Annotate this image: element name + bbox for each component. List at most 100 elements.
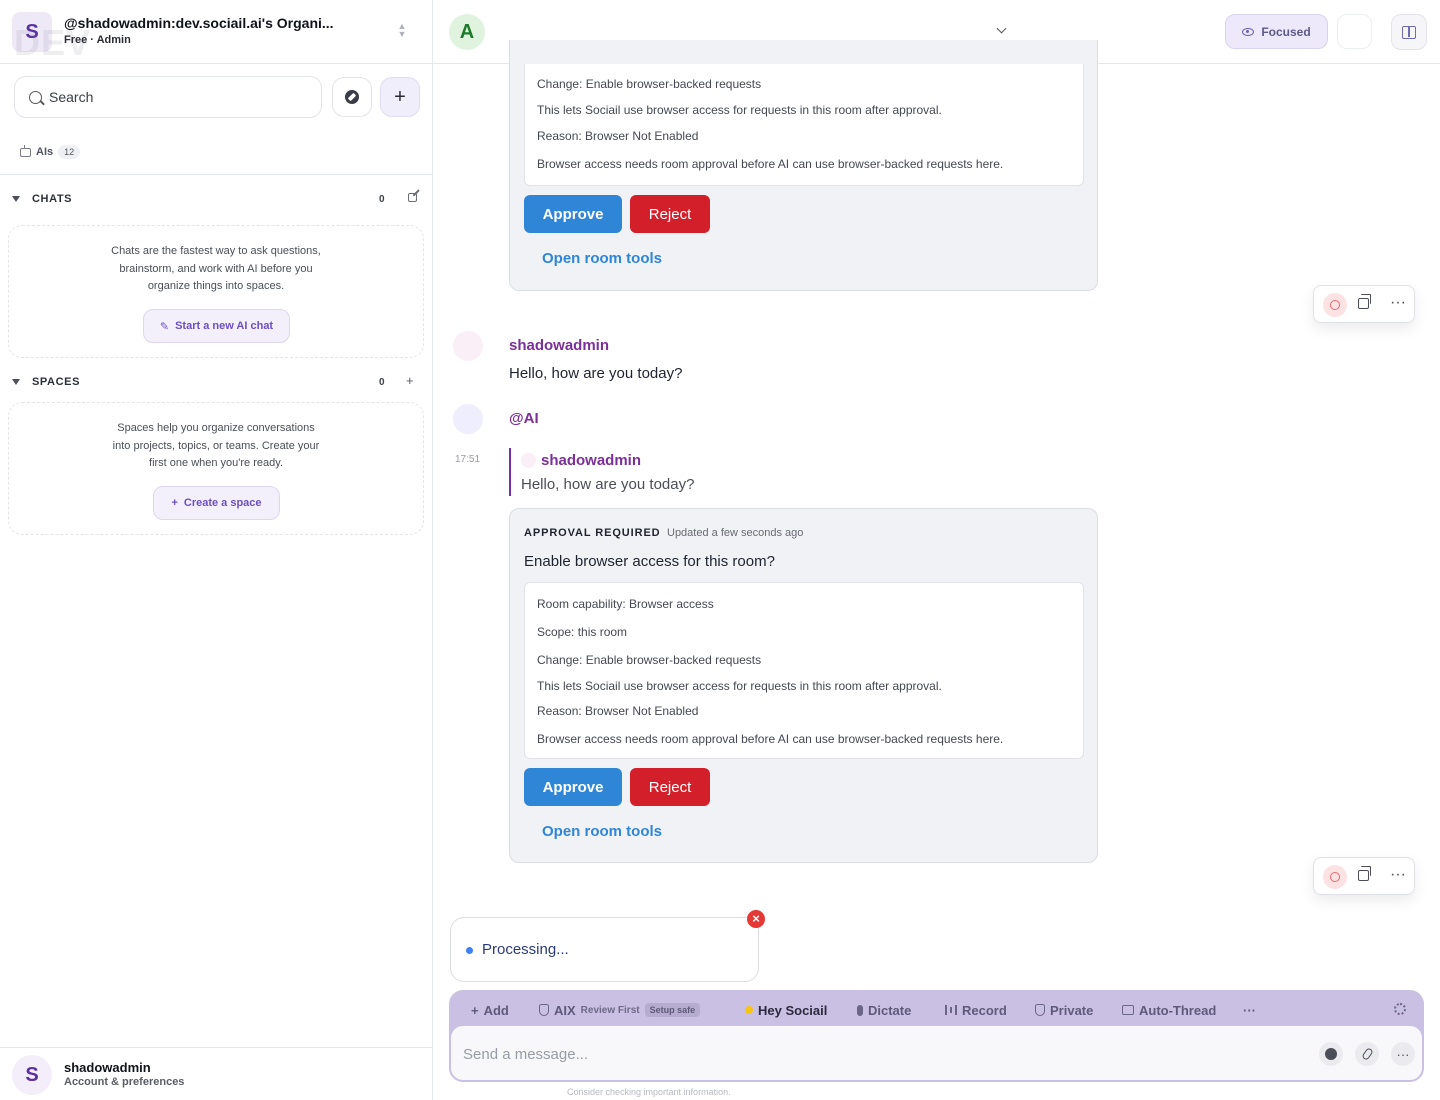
message-actions-toolbar: ···	[1313, 857, 1415, 895]
approval-updated: Updated a few seconds ago	[667, 527, 804, 539]
shield-icon	[539, 1004, 549, 1016]
quote-bar	[509, 448, 511, 496]
message-text: Hello, how are you today?	[509, 365, 683, 382]
avatar: S	[12, 1055, 52, 1095]
avatar[interactable]	[453, 331, 483, 361]
chevron-down-icon[interactable]	[996, 23, 1007, 34]
microphone-icon	[857, 1004, 863, 1016]
add-button[interactable]: + Add	[471, 1002, 509, 1018]
spaces-title: SPACES	[32, 376, 81, 388]
compose-icon[interactable]	[408, 193, 417, 202]
aix-label: AIX	[554, 1002, 576, 1018]
record-button[interactable]: Record	[945, 1002, 1007, 1018]
org-name: @shadowadmin:dev.sociail.ai's Organi...	[64, 15, 334, 31]
private-button[interactable]: Private	[1035, 1002, 1093, 1018]
compass-icon	[345, 90, 359, 104]
disclaimer-text: Consider checking important information.	[567, 1087, 731, 1097]
approval-card-previous: Change: Enable browser-backed requests T…	[509, 40, 1098, 291]
waveform-icon	[945, 1005, 957, 1015]
caret-down-icon[interactable]	[12, 379, 20, 385]
copy-icon[interactable]	[1358, 866, 1371, 881]
quoted-text: Hello, how are you today?	[521, 476, 695, 493]
chats-count: 0	[379, 194, 385, 205]
approve-button[interactable]: Approve	[524, 195, 622, 233]
avatar[interactable]	[453, 404, 483, 434]
org-switcher[interactable]: S DEV @shadowadmin:dev.sociail.ai's Orga…	[0, 0, 432, 64]
header-action-button[interactable]	[1337, 14, 1372, 49]
message-author[interactable]: shadowadmin	[509, 337, 609, 354]
approval-details: Change: Enable browser-backed requests T…	[524, 64, 1084, 186]
reject-button[interactable]: Reject	[630, 195, 710, 233]
auto-thread-button[interactable]: Auto-Thread	[1122, 1002, 1216, 1018]
approve-button[interactable]: Approve	[524, 768, 622, 806]
new-button[interactable]: +	[380, 77, 420, 117]
ais-filter[interactable]: AIs 12	[20, 144, 81, 160]
room-avatar[interactable]: A	[449, 14, 485, 50]
shield-icon	[1035, 1004, 1045, 1016]
detail-line: This lets Sociail use browser access for…	[537, 103, 942, 117]
detail-line: Change: Enable browser-backed requests	[537, 77, 762, 91]
sparkle-icon	[745, 1006, 753, 1014]
auto-thread-label: Auto-Thread	[1139, 1002, 1217, 1018]
plus-icon: +	[171, 497, 178, 509]
search-box[interactable]	[14, 76, 322, 118]
quoted-author: shadowadmin	[541, 452, 642, 469]
add-label: Add	[483, 1002, 509, 1018]
aix-mode-button[interactable]: AIX Review First Setup safe	[539, 1002, 701, 1018]
ais-label: AIs	[36, 146, 54, 158]
chevron-updown-icon[interactable]: ▲ ▼	[396, 22, 408, 42]
chats-empty-text: Chats are the fastest way to ask questio…	[111, 245, 321, 292]
edit-icon: ✎	[159, 320, 170, 333]
sidebar: S DEV @shadowadmin:dev.sociail.ai's Orga…	[0, 0, 433, 1100]
chats-title: CHATS	[32, 193, 73, 205]
plus-icon: +	[471, 1002, 479, 1018]
message-input[interactable]	[463, 1043, 1263, 1065]
toggle-panel-button[interactable]	[1391, 14, 1427, 50]
detail-line: Scope: this room	[537, 625, 628, 639]
hey-sociail-button[interactable]: Hey Sociail	[745, 1002, 827, 1018]
add-space-icon[interactable]: +	[406, 373, 414, 388]
search-input[interactable]	[49, 87, 309, 107]
processing-text: Processing...	[482, 941, 569, 958]
gear-icon[interactable]	[1394, 1003, 1406, 1015]
account-name: shadowadmin	[64, 1060, 151, 1075]
approval-card: APPROVAL REQUIRED Updated a few seconds …	[509, 508, 1098, 863]
open-room-tools-link[interactable]: Open room tools	[542, 250, 662, 267]
account-subtitle: Account & preferences	[64, 1076, 185, 1088]
record-label: Record	[962, 1002, 1007, 1018]
stop-icon[interactable]	[1323, 865, 1347, 889]
detail-line: This lets Sociail use browser access for…	[537, 679, 942, 693]
start-ai-chat-label: Start a new AI chat	[175, 320, 274, 332]
message-input-box: ···	[451, 1026, 1422, 1080]
explore-button[interactable]	[332, 77, 372, 117]
more-icon[interactable]: ···	[1390, 866, 1406, 884]
account-menu[interactable]: S shadowadmin Account & preferences	[0, 1047, 432, 1100]
thread-icon	[1122, 1005, 1134, 1015]
dismiss-icon[interactable]: ×	[747, 910, 765, 928]
attach-button[interactable]	[1355, 1042, 1379, 1066]
caret-down-icon[interactable]	[12, 196, 20, 202]
create-space-button[interactable]: + Create a space	[153, 486, 280, 520]
start-ai-chat-button[interactable]: ✎ Start a new AI chat	[143, 309, 290, 343]
more-icon: ···	[1396, 1046, 1410, 1062]
chats-section-header[interactable]: CHATS 0	[0, 190, 432, 210]
stop-icon[interactable]	[1323, 293, 1347, 317]
emoji-button[interactable]	[1319, 1042, 1343, 1066]
more-icon[interactable]: ···	[1390, 294, 1406, 312]
divider	[0, 174, 432, 175]
copy-icon[interactable]	[1358, 294, 1371, 309]
dictate-label: Dictate	[868, 1002, 912, 1018]
focused-mode-button[interactable]: Focused	[1225, 14, 1328, 49]
message-author[interactable]: @AI	[509, 410, 539, 427]
spaces-empty-state: Spaces help you organize conversations i…	[8, 402, 424, 535]
open-room-tools-link[interactable]: Open room tools	[542, 823, 662, 840]
composer-more-button[interactable]: ···	[1391, 1042, 1415, 1066]
spaces-section-header[interactable]: SPACES 0 +	[0, 373, 432, 393]
reject-button[interactable]: Reject	[630, 768, 710, 806]
paperclip-icon	[1360, 1047, 1374, 1061]
more-tools-button[interactable]: ···	[1243, 1002, 1256, 1018]
dictate-button[interactable]: Dictate	[857, 1002, 911, 1018]
spaces-empty-text: Spaces help you organize conversations i…	[112, 422, 320, 469]
sidebar-panel-icon	[1402, 25, 1416, 39]
ais-count-badge: 12	[58, 145, 81, 159]
